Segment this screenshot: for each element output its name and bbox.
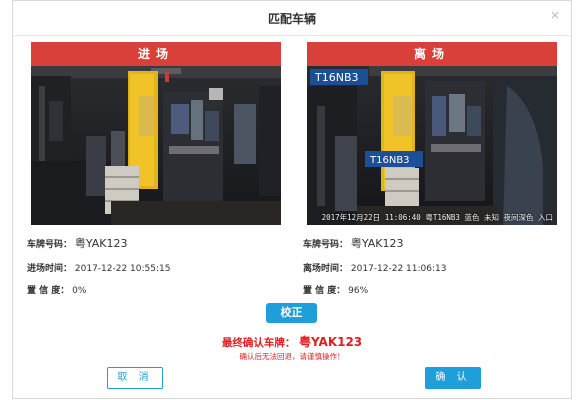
entry-time-label: 进场时间：: [27, 264, 73, 274]
confirm-button[interactable]: 确 认: [425, 367, 481, 389]
exit-panel: 离场 T16NB3 T16NB3 2017年12月22日 11:06:40 粤T…: [307, 42, 557, 225]
entry-confidence-value: 0%: [72, 286, 87, 296]
entry-panel-header: 进场: [31, 42, 281, 66]
entry-plate-row: 车牌号码： 粤YAK123: [27, 235, 128, 251]
match-vehicle-dialog: 匹配车辆 × 进场 离场 T16NB3 T16NB3 2017年12月22日 1…: [12, 0, 572, 399]
exit-photo: T16NB3 T16NB3 2017年12月22日 11:06:40 粤T16N…: [307, 66, 557, 225]
entry-confidence-row: 置 信 度： 0%: [27, 283, 86, 296]
cancel-button[interactable]: 取 消: [107, 367, 163, 389]
warning-text: 确认后无法回退，请谨慎操作！: [239, 352, 345, 361]
exit-confidence-label: 置 信 度：: [303, 286, 346, 296]
entry-time-row: 进场时间： 2017-12-22 10:55:15: [27, 261, 170, 274]
entry-plate-value: 粤YAK123: [74, 237, 128, 250]
final-plate-label: 最终确认车牌：: [221, 337, 296, 349]
close-icon[interactable]: ×: [550, 9, 560, 21]
entry-photo: [31, 66, 281, 225]
dialog-title: 匹配车辆: [267, 12, 316, 26]
exit-plate-value: 粤YAK123: [350, 237, 404, 250]
exit-panel-header: 离场: [307, 42, 557, 66]
exit-photo-plate-text: T16NB3: [314, 71, 359, 84]
exit-photo-plate-text-2: T16NB3: [369, 155, 410, 166]
entry-time-value: 2017-12-22 10:55:15: [74, 264, 171, 274]
entry-plate-label: 车牌号码：: [27, 240, 73, 250]
entry-confidence-label: 置 信 度：: [27, 286, 70, 296]
entry-panel: 进场: [31, 42, 281, 225]
exit-photo-caption: 2017年12月22日 11:06:40 粤T16NB3 蓝色 未知 夜间深色 …: [321, 213, 553, 222]
exit-time-label: 离场时间：: [303, 264, 349, 274]
exit-time-row: 离场时间： 2017-12-22 11:06:13: [303, 261, 446, 274]
verify-button[interactable]: 校正: [266, 303, 317, 323]
exit-plate-label: 车牌号码：: [303, 240, 349, 250]
final-plate-value: 粤YAK123: [298, 335, 363, 349]
exit-time-value: 2017-12-22 11:06:13: [350, 264, 447, 274]
final-plate-line: 最终确认车牌： 粤YAK123: [13, 333, 571, 350]
dialog-header: 匹配车辆 ×: [13, 1, 571, 36]
exit-plate-row: 车牌号码： 粤YAK123: [303, 235, 404, 251]
exit-confidence-value: 96%: [348, 286, 369, 296]
exit-confidence-row: 置 信 度： 96%: [303, 283, 368, 296]
